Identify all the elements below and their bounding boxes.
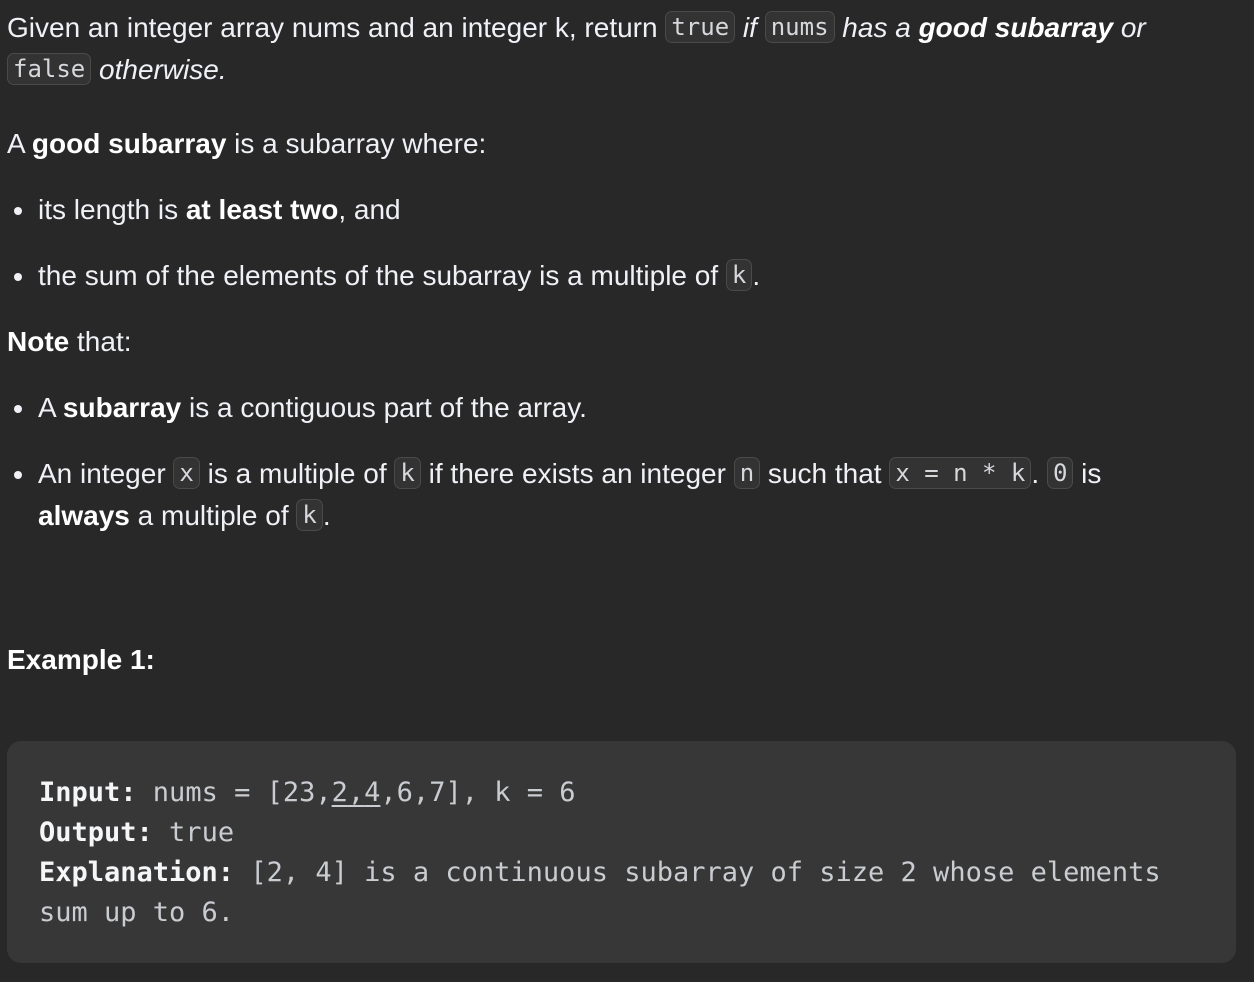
definition-bold: good subarray xyxy=(31,128,227,159)
note-item-text: a multiple of xyxy=(129,500,297,531)
code-k: k xyxy=(725,259,753,291)
definition-paragraph: A good subarray is a subarray where: xyxy=(7,123,1243,165)
note-item-text: An integer xyxy=(38,458,174,489)
output-value: true xyxy=(152,817,235,848)
intro-good-subarray: good subarray xyxy=(918,12,1114,43)
note-item-multiple: An integer x is a multiple of k if there… xyxy=(14,453,1243,537)
intro-otherwise: otherwise. xyxy=(91,54,227,85)
note-heading: Note that: xyxy=(7,321,1243,363)
code-x: x xyxy=(173,457,200,489)
code-zero: 0 xyxy=(1046,457,1074,489)
explanation-label: Explanation: xyxy=(39,857,235,888)
code-k: k xyxy=(296,499,323,531)
note-item-text: is a multiple of xyxy=(199,458,395,489)
example-title-text: Example 1: xyxy=(7,644,155,675)
code-equation: x = n * k xyxy=(889,457,1032,489)
example-title: Example 1: xyxy=(7,639,1243,681)
problem-description: Given an integer array nums and an integ… xyxy=(7,7,1243,681)
intro-text: Given an integer array nums and an integ… xyxy=(7,12,666,43)
condition-item-length: its length is at least two, and xyxy=(14,189,1243,231)
note-item-subarray: A subarray is a contiguous part of the a… xyxy=(14,387,1243,429)
note-item-text: . xyxy=(1031,458,1047,489)
note-bold: Note xyxy=(7,326,70,357)
intro-has-a: has a xyxy=(834,12,919,43)
note-item-text: is a contiguous part of the array. xyxy=(181,392,587,423)
condition-text: . xyxy=(752,260,761,291)
code-false: false xyxy=(7,53,92,85)
note-item-bold: always xyxy=(38,500,130,531)
condition-text: its length is xyxy=(38,194,186,225)
notes-list: A subarray is a contiguous part of the a… xyxy=(7,387,1243,537)
condition-text: , and xyxy=(338,194,401,225)
note-item-text: is xyxy=(1073,458,1102,489)
input-value: nums = [23, xyxy=(136,777,332,808)
code-nums: nums xyxy=(764,11,835,43)
intro-if: if xyxy=(735,12,765,43)
input-highlight: 2 xyxy=(331,777,348,808)
definition-suffix: is a subarray where: xyxy=(226,128,487,159)
note-item-text: . xyxy=(322,500,331,531)
explanation-text: sum up to 6. xyxy=(39,897,235,928)
code-k: k xyxy=(394,457,421,489)
input-value: ,6,7], k = 6 xyxy=(380,777,576,808)
code-n: n xyxy=(733,457,761,489)
input-label: Input: xyxy=(39,777,137,808)
problem-intro: Given an integer array nums and an integ… xyxy=(7,7,1243,91)
definition-prefix: A xyxy=(7,128,32,159)
conditions-list: its length is at least two, and the sum … xyxy=(7,189,1243,297)
condition-bold: at least two xyxy=(185,194,339,225)
note-text: that: xyxy=(69,326,132,357)
code-true: true xyxy=(665,11,736,43)
example-code: Input: nums = [23,2,4,6,7], k = 6 Output… xyxy=(39,773,1161,933)
condition-item-sum: the sum of the elements of the subarray … xyxy=(14,255,1243,297)
condition-text: the sum of the elements of the subarray … xyxy=(38,260,726,291)
note-item-text: if there exists an integer xyxy=(420,458,734,489)
example-box: Input: nums = [23,2,4,6,7], k = 6 Output… xyxy=(7,741,1236,963)
input-highlight: , xyxy=(347,777,365,808)
explanation-text: [2, 4] is a continuous subarray of size … xyxy=(234,857,1161,888)
note-item-bold: subarray xyxy=(62,392,182,423)
note-item-text: A xyxy=(38,392,63,423)
input-highlight: 4 xyxy=(364,777,381,808)
output-label: Output: xyxy=(39,817,153,848)
note-item-text: such that xyxy=(760,458,890,489)
intro-or: or xyxy=(1113,12,1146,43)
